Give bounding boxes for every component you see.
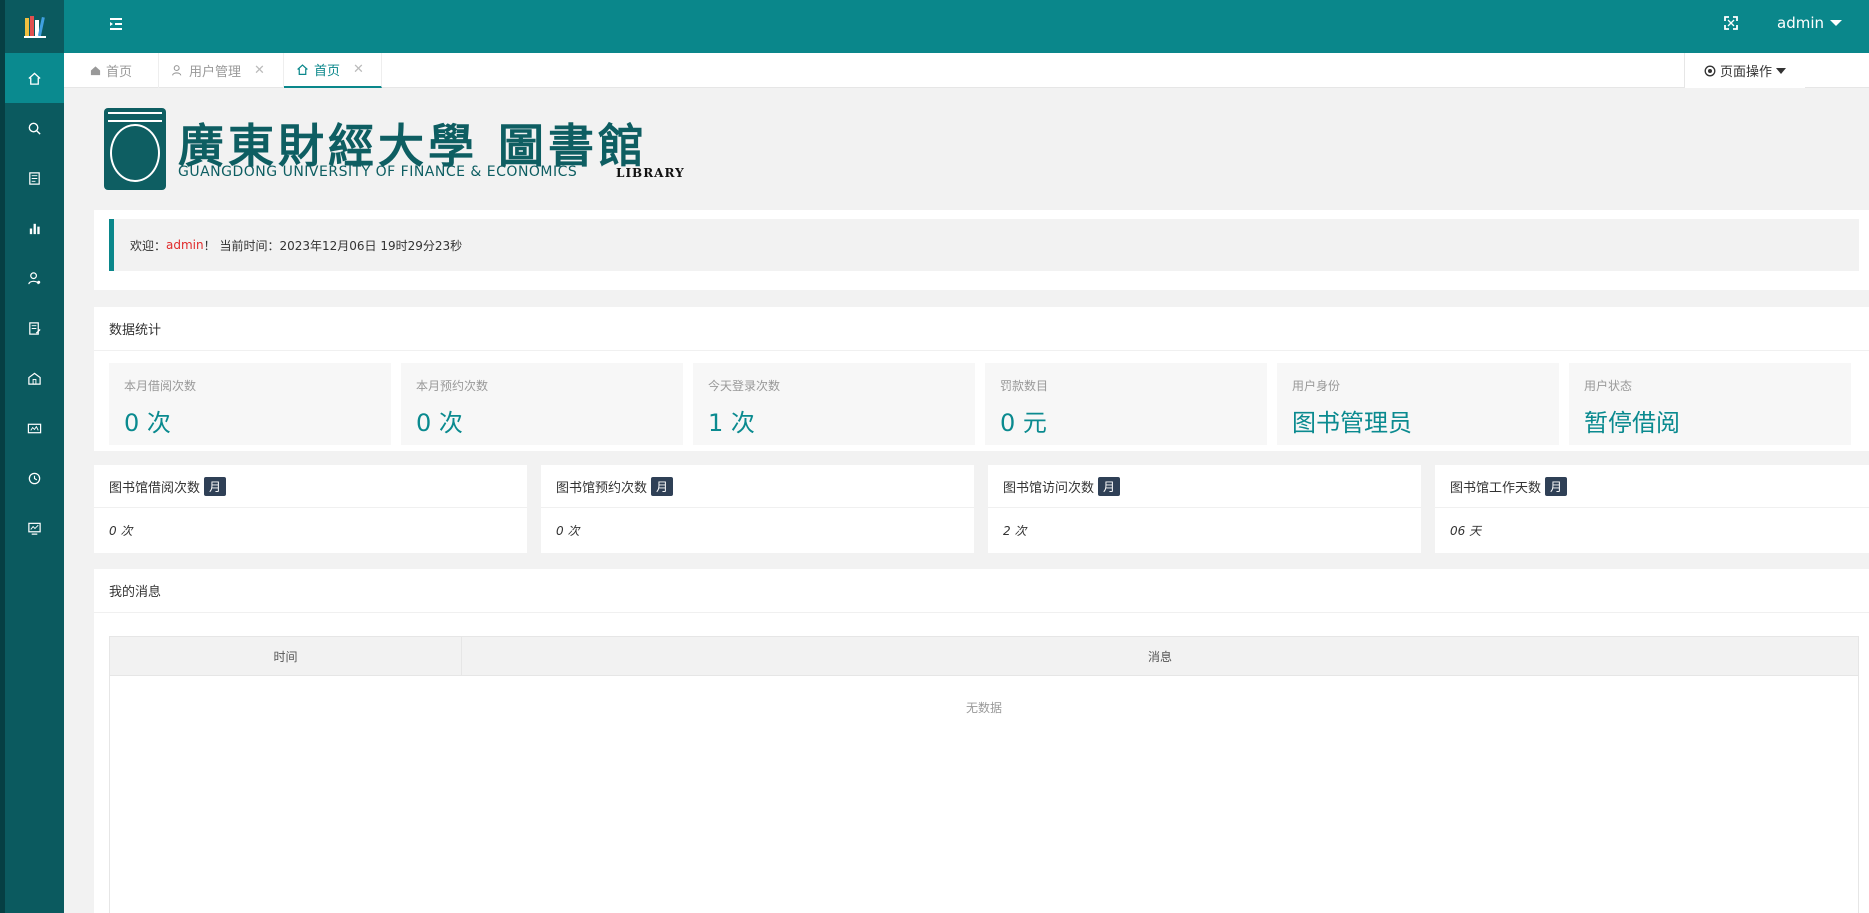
card-icon[interactable] (5, 403, 64, 453)
welcome-user: admin (166, 238, 204, 252)
stat-label: 用户状态 (1584, 379, 1633, 393)
monthly-stat-label: 图书馆工作天数 (1450, 481, 1542, 496)
stat-value: 0 元 (1000, 409, 1047, 437)
top-header: admin (64, 0, 1869, 53)
welcome-time-label: ！ 当前时间： (203, 238, 280, 253)
stat-item: 本月借阅次数 0 次 (109, 363, 391, 445)
stats-card: 数据统计 本月借阅次数 0 次 本月预约次数 0 次 今天登录次数 1 次 罚款… (94, 307, 1869, 451)
tab-label: 首页 (105, 65, 132, 80)
monthly-stat-card: 图书馆预约次数 月 0 次 (541, 465, 974, 553)
monthly-stat-title: 图书馆访问次数 月 (1003, 477, 1121, 496)
monthly-stat-title: 图书馆预约次数 月 (556, 477, 674, 496)
messages-title: 我的消息 (109, 585, 162, 600)
building-icon[interactable] (5, 353, 64, 403)
books-icon[interactable] (5, 0, 64, 53)
search-icon[interactable] (5, 103, 64, 153)
monthly-stat-value: 06 天 (1450, 524, 1482, 538)
month-badge: 月 (1098, 477, 1121, 496)
page-operations-label: 页面操作 (1719, 65, 1772, 80)
bar-chart-icon[interactable] (5, 203, 64, 253)
stat-label: 本月预约次数 (416, 379, 489, 393)
stat-value: 暂停借阅 (1584, 409, 1680, 437)
monthly-stat-value: 0 次 (556, 524, 580, 538)
fullscreen-icon[interactable] (1724, 15, 1740, 31)
stat-value: 0 次 (124, 409, 171, 437)
monthly-stat-value: 2 次 (1003, 524, 1027, 538)
sidebar (0, 0, 64, 913)
empty-state-text: 无数据 (965, 701, 1002, 715)
stat-label: 用户身份 (1292, 379, 1341, 393)
monthly-stat-title: 图书馆借阅次数 月 (109, 477, 227, 496)
close-icon[interactable]: ✕ (353, 62, 364, 77)
stat-label: 罚款数目 (1000, 379, 1049, 393)
book-doc-icon[interactable] (5, 153, 64, 203)
caret-down-icon (1776, 67, 1786, 74)
monthly-stat-label: 图书馆借阅次数 (109, 481, 201, 496)
welcome-card: 欢迎： admin ！ 当前时间： 2023年12月06日 19时29分23秒 (94, 210, 1869, 290)
home-icon (297, 64, 308, 75)
page-operations-button[interactable]: 页面操作 (1684, 53, 1805, 88)
monthly-stat-value: 0 次 (109, 524, 133, 538)
close-icon[interactable]: ✕ (254, 63, 265, 78)
banner-name-library: LIBRARY (616, 166, 685, 180)
stat-item: 今天登录次数 1 次 (693, 363, 975, 445)
history-icon[interactable] (5, 453, 64, 503)
stat-value: 0 次 (416, 409, 463, 437)
messages-table: 时间 消息 无数据 (109, 636, 1859, 913)
stat-item: 用户身份 图书管理员 (1277, 363, 1559, 445)
column-header-time[interactable]: 时间 (110, 637, 462, 676)
messages-card: 我的消息 时间 消息 无数据 (94, 569, 1869, 913)
month-badge: 月 (204, 477, 227, 496)
stat-label: 今天登录次数 (708, 379, 781, 393)
user-icon (172, 65, 182, 76)
welcome-message: 欢迎： admin ！ 当前时间： 2023年12月06日 19时29分23秒 (109, 219, 1859, 271)
stat-item: 罚款数目 0 元 (985, 363, 1267, 445)
month-badge: 月 (651, 477, 674, 496)
stat-label: 本月借阅次数 (124, 379, 197, 393)
home-icon[interactable] (5, 53, 64, 103)
target-icon (1704, 65, 1716, 76)
welcome-prefix: 欢迎： (130, 238, 167, 253)
home-icon (90, 66, 101, 76)
current-time: 2023年12月06日 19时29分23秒 (279, 238, 463, 253)
tab-bar: 首页 用户管理 ✕ 首页 ✕ (64, 53, 1869, 88)
user-menu[interactable]: admin (1777, 14, 1842, 32)
indent-icon[interactable] (107, 15, 127, 35)
tab-label: 用户管理 (189, 65, 242, 80)
monthly-stat-label: 图书馆访问次数 (1003, 481, 1095, 496)
tab-label: 首页 (314, 64, 341, 79)
caret-down-icon (1830, 20, 1842, 26)
monthly-stat-card: 图书馆访问次数 月 2 次 (988, 465, 1421, 553)
column-header-message[interactable]: 消息 (462, 637, 1858, 676)
monthly-stat-title: 图书馆工作天数 月 (1450, 477, 1568, 496)
monthly-stat-label: 图书馆预约次数 (556, 481, 648, 496)
stats-title: 数据统计 (109, 323, 162, 338)
monthly-stat-card: 图书馆借阅次数 月 0 次 (94, 465, 527, 553)
university-seal-logo (104, 108, 166, 190)
stat-value: 图书管理员 (1292, 409, 1412, 437)
banner-name-en: GUANGDONG UNIVERSITY OF FINANCE & ECONOM… (178, 164, 578, 180)
edit-doc-icon[interactable] (5, 303, 64, 353)
main-content: 廣東財經大學 圖書館 GUANGDONG UNIVERSITY OF FINAN… (64, 88, 1869, 913)
app-root: admin 首页 用户管理 ✕ 首页 ✕ 页面操作 廣東財經大學 圖書館 GUA… (0, 0, 1869, 913)
monitor-icon[interactable] (5, 503, 64, 553)
stat-item: 用户状态 暂停借阅 (1569, 363, 1851, 445)
user-icon[interactable] (5, 253, 64, 303)
library-banner: 廣東財經大學 圖書館 GUANGDONG UNIVERSITY OF FINAN… (104, 108, 684, 190)
table-header: 时间 消息 (110, 637, 1858, 676)
tab-home-active[interactable]: 首页 ✕ (284, 53, 382, 88)
tab-user-management[interactable]: 用户管理 ✕ (159, 53, 284, 88)
monthly-stat-card: 图书馆工作天数 月 06 天 (1435, 465, 1869, 553)
user-name: admin (1777, 14, 1824, 32)
stat-value: 1 次 (708, 409, 755, 437)
month-badge: 月 (1545, 477, 1568, 496)
tab-home-fixed[interactable]: 首页 (64, 53, 159, 88)
stat-item: 本月预约次数 0 次 (401, 363, 683, 445)
